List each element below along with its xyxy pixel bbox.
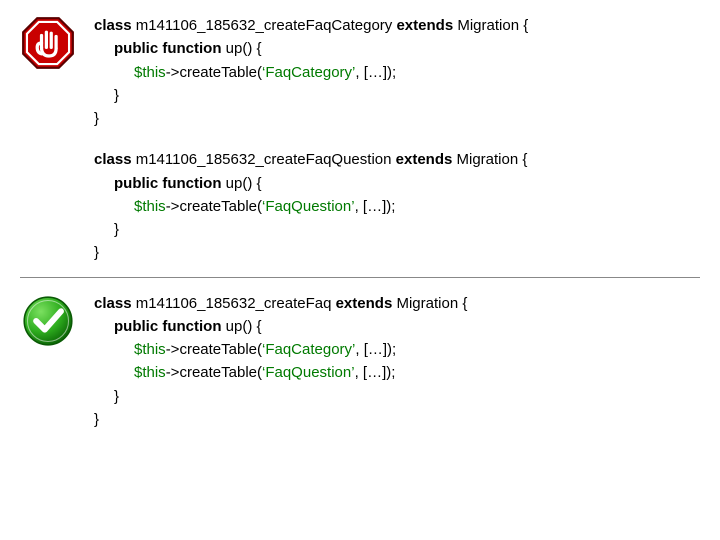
stmt-end: , […]); [355,64,396,81]
bad-example-section: class m141106_185632_createFaqCategory e… [20,10,700,269]
close-brace: } [94,218,700,241]
good-example-section: class m141106_185632_createFaq extends M… [20,288,700,436]
keyword-public-function: public function [114,40,221,57]
icon-column [20,292,76,348]
keyword-public-function: public function [114,318,221,335]
section-divider [20,277,700,278]
statement-line: $this->createTable(‘FaqCategory’, […]); [94,61,700,84]
string-literal: ‘FaqCategory’ [262,64,355,81]
function-name: up() { [221,175,261,192]
class-decl-line: class m141106_185632_createFaqQuestion e… [94,148,700,171]
function-decl-line: public function up() { [94,172,700,195]
close-brace: } [94,107,700,130]
statement-line: $this->createTable(‘FaqQuestion’, […]); [94,195,700,218]
close-brace: } [94,241,700,264]
stmt-end: , […]); [355,341,396,358]
method-call: ->createTable( [166,198,262,215]
stmt-end: , […]); [355,198,396,215]
string-literal: ‘FaqQuestion’ [262,364,355,381]
good-code-column: class m141106_185632_createFaq extends M… [94,292,700,432]
string-literal: ‘FaqCategory’ [262,341,355,358]
bad-code-column: class m141106_185632_createFaqCategory e… [94,14,700,265]
function-decl-line: public function up() { [94,315,700,338]
statement-line: $this->createTable(‘FaqCategory’, […]); [94,338,700,361]
keyword-extends: extends [336,295,393,312]
keyword-class: class [94,151,132,168]
check-icon [21,294,75,348]
keyword-class: class [94,17,132,34]
this-ref: $this [134,341,166,358]
function-decl-line: public function up() { [94,37,700,60]
function-name: up() { [221,318,261,335]
statement-line: $this->createTable(‘FaqQuestion’, […]); [94,361,700,384]
keyword-extends: extends [396,151,453,168]
close-brace: } [94,84,700,107]
stmt-end: , […]); [355,364,396,381]
method-call: ->createTable( [166,364,262,381]
keyword-extends: extends [396,17,453,34]
class-parent: Migration { [452,151,527,168]
string-literal: ‘FaqQuestion’ [262,198,355,215]
this-ref: $this [134,64,166,81]
icon-column [20,14,76,70]
close-brace: } [94,408,700,431]
code-block: class m141106_185632_createFaqQuestion e… [94,148,700,264]
method-call: ->createTable( [166,341,262,358]
this-ref: $this [134,198,166,215]
code-block: class m141106_185632_createFaq extends M… [94,292,700,432]
class-parent: Migration { [392,295,467,312]
this-ref: $this [134,364,166,381]
function-name: up() { [221,40,261,57]
class-decl-line: class m141106_185632_createFaq extends M… [94,292,700,315]
keyword-class: class [94,295,132,312]
class-name: m141106_185632_createFaq [132,295,336,312]
code-block: class m141106_185632_createFaqCategory e… [94,14,700,130]
class-decl-line: class m141106_185632_createFaqCategory e… [94,14,700,37]
keyword-public-function: public function [114,175,221,192]
stop-icon [21,16,75,70]
class-name: m141106_185632_createFaqCategory [132,17,397,34]
class-name: m141106_185632_createFaqQuestion [132,151,396,168]
close-brace: } [94,385,700,408]
class-parent: Migration { [453,17,528,34]
method-call: ->createTable( [166,64,262,81]
